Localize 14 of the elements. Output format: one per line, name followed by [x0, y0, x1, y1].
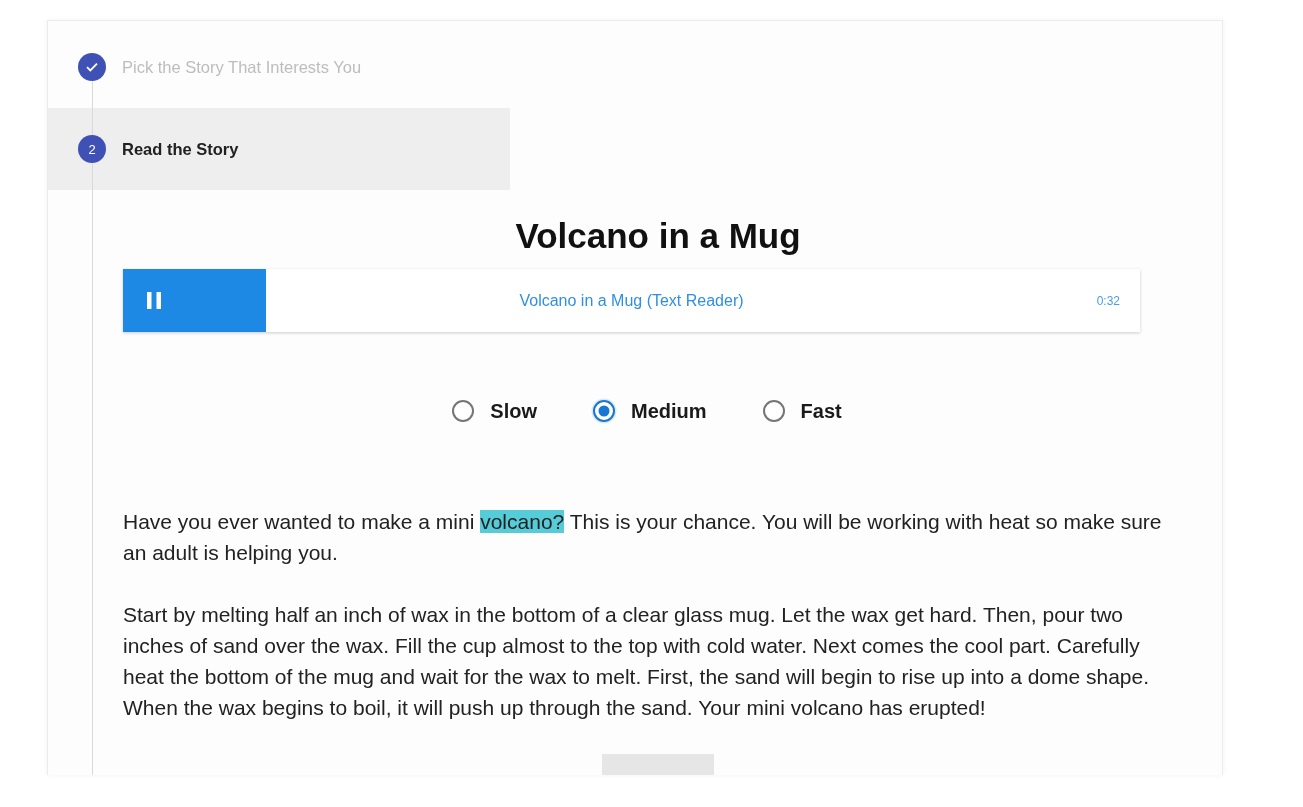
speed-radio[interactable]: Medium [591, 396, 707, 426]
step-row[interactable]: 2 Read the Story [48, 108, 510, 190]
story-title: Volcano in a Mug [514, 215, 802, 257]
step-number: 2 [78, 135, 106, 163]
player-time: 0:32 [1096, 293, 1121, 308]
pause-button[interactable] [123, 269, 266, 332]
speed-radio[interactable]: Fast [760, 396, 842, 426]
player-title: Volcano in a Mug (Text Reader) [518, 291, 745, 310]
speed-radio[interactable]: Slow [450, 396, 537, 426]
step-label: Read the Story [122, 139, 239, 159]
step-label: Pick the Story That Interests You [122, 57, 362, 77]
story-paragraph: Have you ever wanted to make a mini volcano? This is your chance. You will be working with heat so make sure an adult is helping you. [123, 509, 1163, 566]
story-paragraph: Start by melting half an inch of wax in the bottom of a clear glass mug. Let the wax get hard. Then, pour two inches of sand over the wax. Fill the cup almost to the top with cold water. Next comes the cool part. Carefully heat the bottom of the mug and wait for the wax to melt. First, the sand will begin to rise up into a dome shape. When the wax begins to boil, it will push up through the sand. Your mini volcano has erupted! [123, 602, 1151, 721]
pause-icon [147, 292, 161, 309]
